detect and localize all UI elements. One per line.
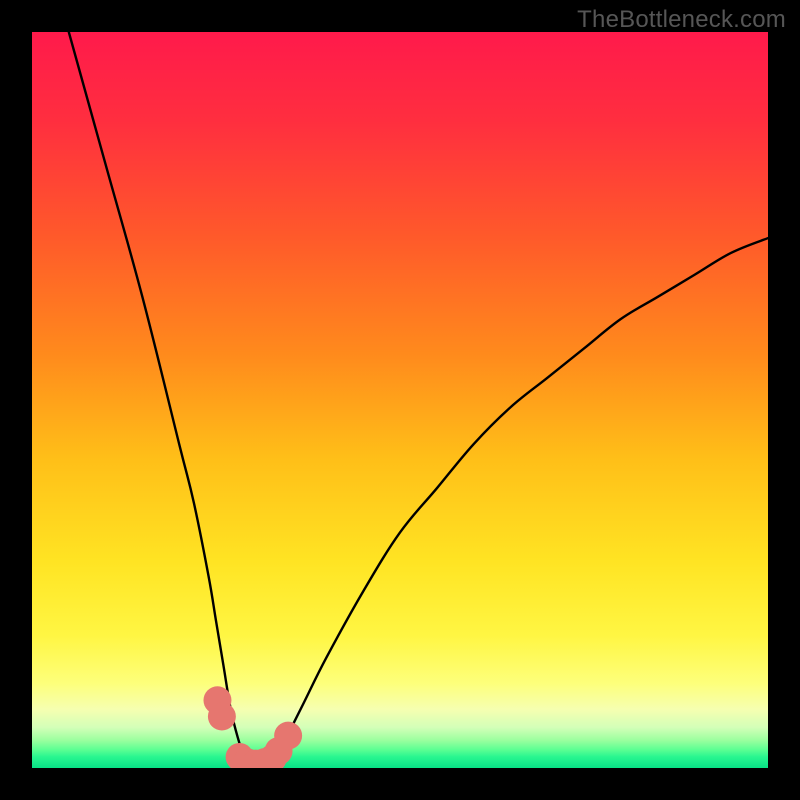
chart-svg xyxy=(32,32,768,768)
chart-frame: TheBottleneck.com xyxy=(0,0,800,800)
highlight-marker xyxy=(274,722,302,750)
watermark-text: TheBottleneck.com xyxy=(577,6,786,34)
highlight-marker xyxy=(208,702,236,730)
plot-area xyxy=(32,32,768,768)
gradient-background xyxy=(32,32,768,768)
